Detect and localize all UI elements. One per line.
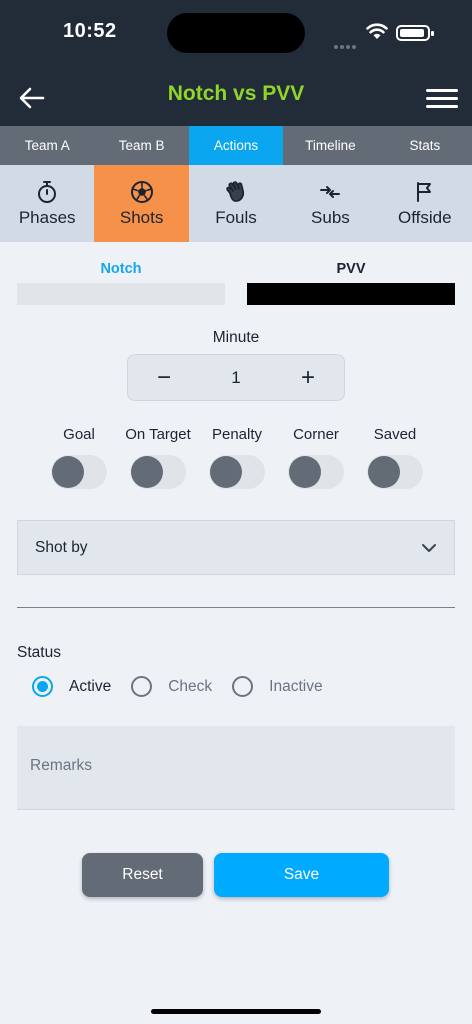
toggle-knob [368, 456, 400, 488]
radio-active[interactable] [32, 676, 53, 697]
radio-active-label: Active [69, 677, 112, 695]
toggle-knob [52, 456, 84, 488]
battery-icon [396, 25, 434, 41]
toggle-knob [131, 456, 163, 488]
subtab-offside[interactable]: Offside [378, 165, 472, 242]
tab-stats[interactable]: Stats [378, 126, 472, 165]
tab-bar: Team A Team B Actions Timeline Stats [0, 126, 472, 165]
goal-toggle-group: Goal [40, 426, 118, 489]
shot-by-placeholder: Shot by [35, 538, 88, 556]
status-time: 10:52 [63, 20, 117, 42]
soccer-ball-icon [130, 180, 153, 203]
hamburger-icon-line [426, 88, 458, 92]
minute-value[interactable]: 1 [200, 368, 272, 388]
toggle-knob [289, 456, 321, 488]
subtab-label: Fouls [215, 207, 257, 227]
save-button[interactable]: Save [214, 853, 389, 897]
wifi-icon [366, 23, 388, 39]
penalty-toggle-group: Penalty [198, 426, 276, 489]
swap-arrows-icon [320, 185, 341, 198]
subtab-phases[interactable]: Phases [0, 165, 94, 242]
status-label: Status [17, 644, 61, 661]
tab-timeline[interactable]: Timeline [283, 126, 377, 165]
on-target-label: On Target [125, 426, 191, 443]
status-option-inactive[interactable]: Inactive [232, 676, 323, 697]
subtab-label: Offside [398, 207, 452, 227]
hamburger-icon-line [426, 104, 458, 108]
divider [17, 607, 455, 608]
radio-inactive-label: Inactive [269, 677, 323, 695]
radio-inactive[interactable] [232, 676, 254, 697]
subtab-label: Subs [311, 207, 350, 227]
subtab-label: Shots [119, 207, 164, 227]
subtab-fouls[interactable]: Fouls [189, 165, 283, 242]
reset-button[interactable]: Reset [82, 853, 203, 897]
page-title: Notch vs PVV [167, 82, 305, 105]
subtab-label: Phases [18, 207, 76, 227]
increment-button[interactable]: + [272, 355, 344, 400]
subtab-subs[interactable]: Subs [283, 165, 377, 242]
team-a-label: Notch [100, 261, 142, 277]
corner-toggle[interactable] [288, 455, 344, 489]
tab-team-a[interactable]: Team A [0, 126, 94, 165]
shot-toggles: Goal On Target Penalty Corner Saved [40, 426, 434, 489]
radio-check[interactable] [131, 676, 153, 697]
menu-button[interactable] [426, 82, 458, 114]
penalty-label: Penalty [211, 426, 263, 443]
status-option-check[interactable]: Check [131, 676, 212, 697]
penalty-toggle[interactable] [209, 455, 265, 489]
team-b-select[interactable] [247, 283, 455, 305]
subtab-bar: Phases Shots Fouls Subs Offside [0, 165, 472, 242]
corner-toggle-group: Corner [277, 426, 355, 489]
chevron-down-icon [422, 543, 436, 552]
hand-icon [226, 180, 245, 202]
tab-team-b[interactable]: Team B [94, 126, 188, 165]
minute-label: Minute [212, 329, 260, 346]
on-target-toggle-group: On Target [119, 426, 197, 489]
hamburger-icon-line [426, 96, 458, 100]
shot-by-select[interactable]: Shot by [17, 520, 455, 575]
home-indicator [151, 1009, 321, 1014]
team-a-select[interactable] [17, 283, 225, 305]
saved-label: Saved [373, 426, 417, 443]
status-option-active[interactable]: Active [32, 676, 111, 697]
minute-stepper: − 1 + [127, 354, 345, 401]
status-bar: 10:52 [0, 0, 472, 70]
saved-toggle[interactable] [367, 455, 423, 489]
saved-toggle-group: Saved [356, 426, 434, 489]
on-target-toggle[interactable] [130, 455, 186, 489]
flag-icon [416, 181, 431, 202]
corner-label: Corner [293, 426, 339, 443]
goal-label: Goal [63, 426, 95, 443]
team-b-label: PVV [336, 261, 366, 277]
tab-actions[interactable]: Actions [188, 126, 284, 165]
status-radio-group: Active Check Inactive [32, 676, 343, 697]
decrement-button[interactable]: − [128, 355, 200, 400]
subtab-shots[interactable]: Shots [94, 165, 189, 242]
radio-check-label: Check [168, 677, 213, 695]
stopwatch-icon [38, 180, 57, 203]
remarks-input[interactable]: Remarks [17, 726, 455, 810]
dynamic-island [167, 13, 305, 53]
goal-toggle[interactable] [51, 455, 107, 489]
toggle-knob [210, 456, 242, 488]
cellular-signal-icon [334, 36, 360, 49]
app-header: Notch vs PVV [0, 70, 472, 126]
